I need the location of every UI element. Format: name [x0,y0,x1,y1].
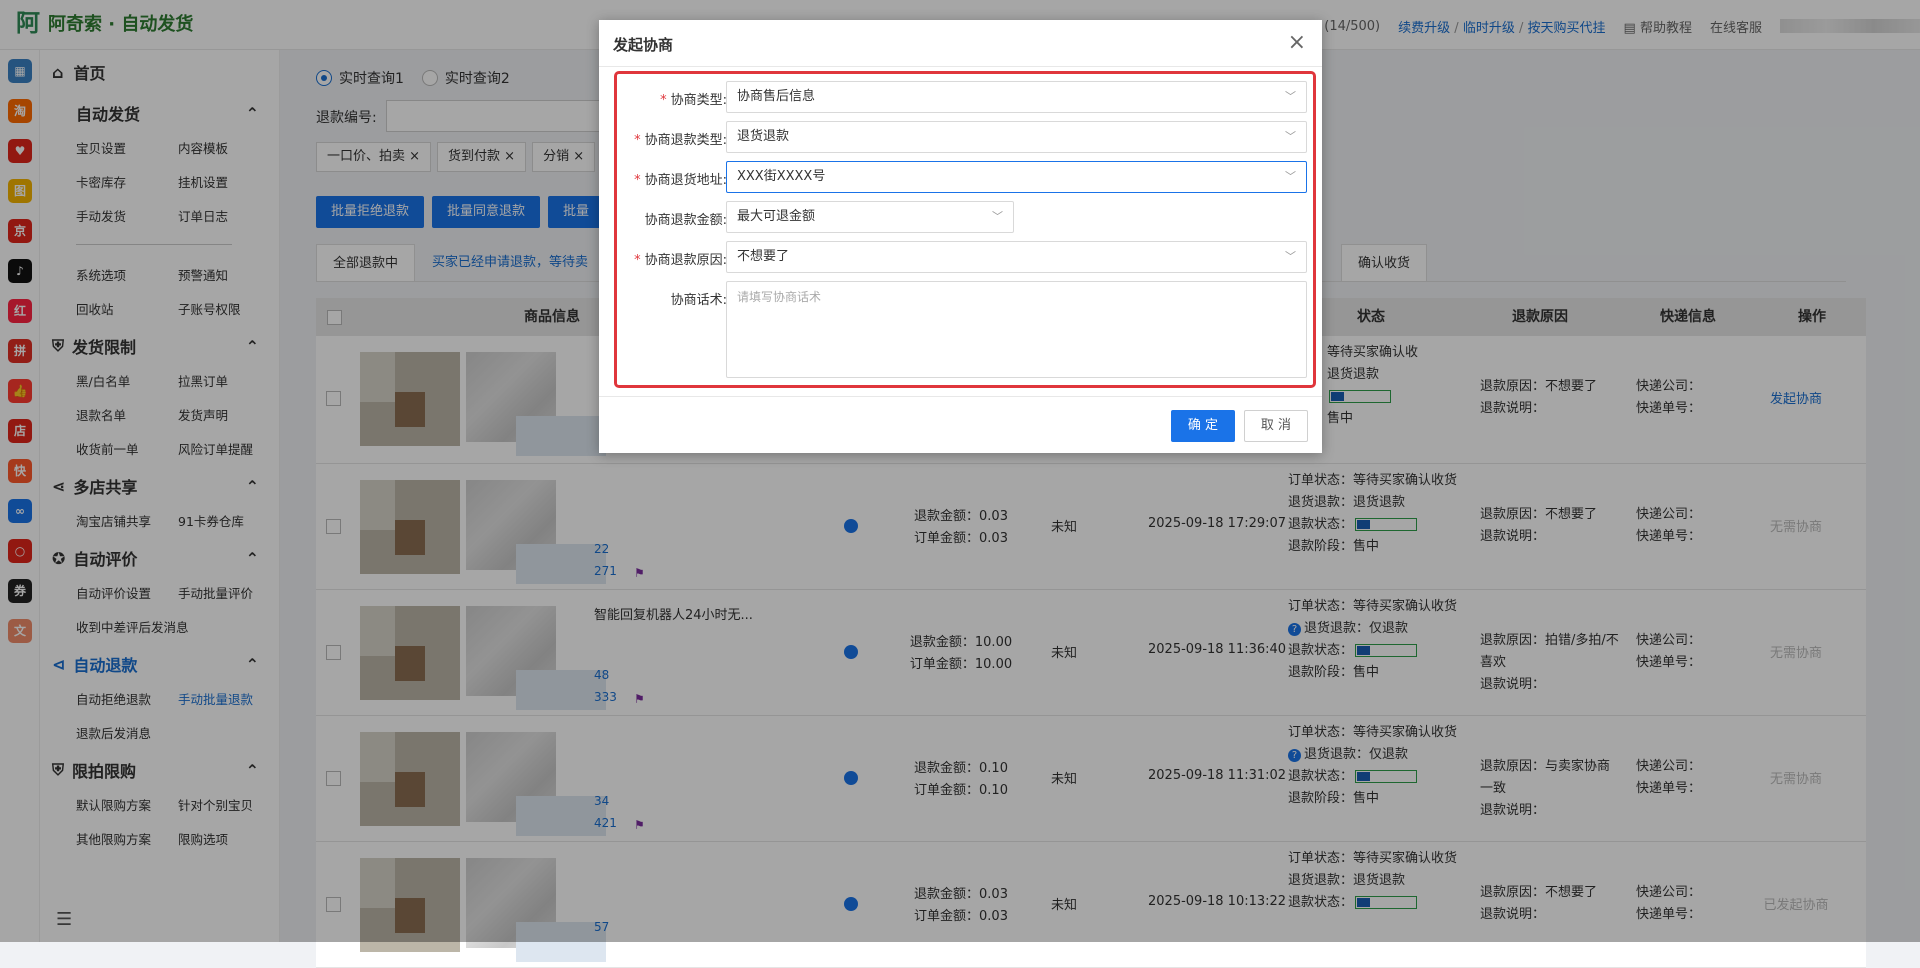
chevron-down-icon: ﹀ [1285,130,1296,143]
field-negotiation-script: 协商话术: 请填写协商话术 [617,280,1319,380]
dialog-title: 发起协商 [613,36,674,54]
chevron-down-icon: ﹀ [1285,90,1296,103]
negotiation-dialog: 发起协商 × * 协商类型: 协商售后信息 ﹀ * 协商退款类型: 退货退款 ﹀ * 协商… [599,20,1322,453]
select-value: 最大可退金额 [737,209,816,224]
chevron-down-icon: ﹀ [1285,170,1296,183]
negotiation-script-textarea[interactable]: 请填写协商话术 [726,281,1307,378]
field-negotiation-type: * 协商类型: 协商售后信息 ﹀ [617,80,1319,114]
field-label: 协商话术: [670,293,727,308]
select-value: XXX街XXXX号 [737,169,826,184]
return-address-select[interactable]: XXX街XXXX号 ﹀ [726,161,1307,193]
refund-reason-select[interactable]: 不想要了 ﹀ [726,241,1307,273]
cancel-button[interactable]: 取 消 [1244,410,1308,442]
refund-amount-select[interactable]: 最大可退金额 ﹀ [726,201,1014,233]
field-label: * 协商退款原因: [634,253,727,268]
select-value: 退货退款 [737,129,790,144]
refund-type-select[interactable]: 退货退款 ﹀ [726,121,1307,153]
field-return-address: * 协商退货地址: XXX街XXXX号 ﹀ [617,160,1319,194]
chevron-down-icon: ﹀ [992,210,1003,223]
field-label: * 协商退货地址: [634,173,727,188]
chevron-down-icon: ﹀ [1285,250,1296,263]
highlight-box: * 协商类型: 协商售后信息 ﹀ * 协商退款类型: 退货退款 ﹀ * 协商退货地址: X… [614,71,1316,388]
negotiation-type-select[interactable]: 协商售后信息 ﹀ [726,81,1307,113]
confirm-button[interactable]: 确 定 [1171,410,1235,442]
close-icon[interactable]: × [1288,32,1306,54]
field-label: * 协商类型: [660,93,727,108]
field-refund-amount: 协商退款金额: 最大可退金额 ﹀ [617,200,1319,234]
field-label: * 协商退款类型: [634,133,727,148]
field-label: 协商退款金额: [644,213,727,228]
field-refund-reason: * 协商退款原因: 不想要了 ﹀ [617,240,1319,274]
select-value: 协商售后信息 [737,89,816,104]
select-value: 不想要了 [737,249,790,264]
divider [599,66,1322,67]
field-refund-type: * 协商退款类型: 退货退款 ﹀ [617,120,1319,154]
divider [599,396,1322,397]
